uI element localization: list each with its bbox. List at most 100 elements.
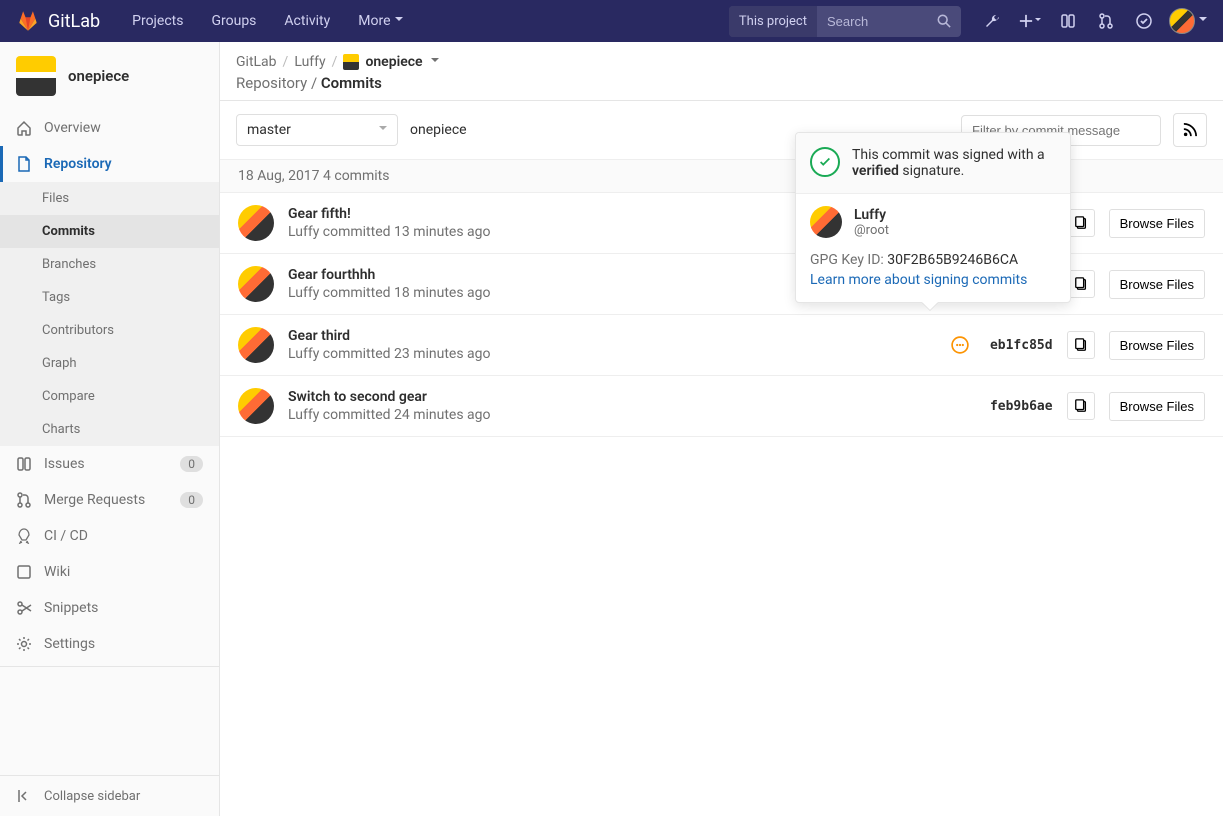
- nav-more[interactable]: More: [346, 3, 414, 39]
- commit-author-avatar[interactable]: [238, 388, 274, 424]
- rss-button[interactable]: [1173, 113, 1207, 147]
- crumb-owner[interactable]: Luffy: [294, 54, 325, 70]
- commit-row: Gear third Luffy committed 23 minutes ag…: [220, 315, 1223, 376]
- gitlab-logo[interactable]: GitLab: [16, 10, 100, 32]
- search-icon: [937, 14, 951, 28]
- rocket-icon: [16, 528, 32, 544]
- check-circle-icon: [1136, 13, 1152, 29]
- sub-contributors[interactable]: Contributors: [0, 314, 219, 347]
- user-avatar: [1169, 8, 1195, 34]
- sub-files[interactable]: Files: [0, 182, 219, 215]
- sub-graph[interactable]: Graph: [0, 347, 219, 380]
- pipeline-pending-icon[interactable]: [951, 336, 969, 354]
- branch-name: master: [247, 122, 291, 138]
- brand-text: GitLab: [48, 11, 100, 32]
- issue-icon: [16, 456, 32, 472]
- commit-row: Gear fifth! Luffy committed 13 minutes a…: [220, 193, 1223, 254]
- sidebar-label: Issues: [44, 456, 85, 472]
- nav-activity[interactable]: Activity: [272, 3, 342, 39]
- issues-link[interactable]: [1051, 4, 1085, 38]
- breadcrumb-bar: GitLab / Luffy / onepiece Repository / C…: [220, 42, 1223, 101]
- project-avatar: [16, 56, 56, 96]
- browse-files-button[interactable]: Browse Files: [1109, 392, 1205, 421]
- nav-projects[interactable]: Projects: [120, 3, 195, 39]
- mrs-count: 0: [180, 492, 203, 508]
- collapse-sidebar[interactable]: Collapse sidebar: [0, 776, 219, 816]
- sidebar-label: CI / CD: [44, 528, 88, 544]
- browse-files-button[interactable]: Browse Files: [1109, 331, 1205, 360]
- crumb-root[interactable]: GitLab: [236, 54, 277, 70]
- date-header: 18 Aug, 2017 4 commits: [220, 159, 1223, 193]
- commit-actions: feb9b6ae Browse Files: [983, 392, 1205, 421]
- commit-author-avatar[interactable]: [238, 205, 274, 241]
- commit-row: Gear fourthhh Luffy committed 18 minutes…: [220, 254, 1223, 315]
- sub-branches[interactable]: Branches: [0, 248, 219, 281]
- sidebar-project[interactable]: onepiece: [0, 42, 219, 110]
- wrench-icon: [984, 13, 1000, 29]
- sub-tags[interactable]: Tags: [0, 281, 219, 314]
- commit-sha[interactable]: eb1fc85d: [983, 338, 1053, 353]
- browse-files-button[interactable]: Browse Files: [1109, 270, 1205, 299]
- commit-title[interactable]: Gear third: [288, 328, 937, 344]
- gear-icon: [16, 636, 32, 652]
- copy-sha-button[interactable]: [1067, 331, 1095, 359]
- popover-message: This commit was signed with a verified s…: [852, 147, 1056, 179]
- todos-link[interactable]: [1127, 4, 1161, 38]
- sidebar-item-cicd[interactable]: CI / CD: [0, 518, 219, 554]
- sub-commits[interactable]: Commits: [0, 215, 219, 248]
- issue-icon: [1060, 13, 1076, 29]
- crumb-project[interactable]: onepiece: [343, 54, 438, 70]
- sidebar-label: Wiki: [44, 564, 70, 580]
- top-navbar: GitLab Projects Groups Activity More Thi…: [0, 0, 1223, 42]
- sidebar-item-repository[interactable]: Repository: [0, 146, 219, 182]
- search-scope[interactable]: This project: [729, 6, 817, 37]
- sidebar-item-wiki[interactable]: Wiki: [0, 554, 219, 590]
- search-input[interactable]: [817, 6, 927, 37]
- new-dropdown[interactable]: [1013, 4, 1047, 38]
- sub-charts[interactable]: Charts: [0, 413, 219, 446]
- mr-icon: [1098, 13, 1114, 29]
- sidebar-item-settings[interactable]: Settings: [0, 626, 219, 662]
- clipboard-icon: [1074, 277, 1088, 291]
- collapse-icon: [16, 788, 32, 804]
- nav-groups[interactable]: Groups: [199, 3, 268, 39]
- main-content: GitLab / Luffy / onepiece Repository / C…: [220, 42, 1223, 816]
- chevron-down-icon: [379, 126, 387, 134]
- tanuki-icon: [16, 10, 40, 32]
- admin-wrench-button[interactable]: [975, 4, 1009, 38]
- commit-sha[interactable]: feb9b6ae: [983, 399, 1053, 414]
- search-button[interactable]: [927, 6, 961, 36]
- crumb-page: Commits: [321, 74, 382, 92]
- sidebar-item-issues[interactable]: Issues 0: [0, 446, 219, 482]
- sidebar-label: Overview: [44, 120, 101, 136]
- home-icon: [16, 120, 32, 136]
- crumb-section[interactable]: Repository: [236, 74, 307, 92]
- commit-actions: eb1fc85d Browse Files: [951, 331, 1205, 360]
- mr-icon: [16, 492, 32, 508]
- sidebar-item-snippets[interactable]: Snippets: [0, 590, 219, 626]
- commit-author-avatar[interactable]: [238, 327, 274, 363]
- popover-user-handle: @root: [854, 223, 889, 238]
- branch-select[interactable]: master: [236, 114, 398, 146]
- controls-row: master onepiece: [220, 101, 1223, 159]
- sidebar-item-mrs[interactable]: Merge Requests 0: [0, 482, 219, 518]
- sidebar-divider: [0, 666, 219, 667]
- sub-compare[interactable]: Compare: [0, 380, 219, 413]
- commit-author-avatar[interactable]: [238, 266, 274, 302]
- commit-row: Switch to second gear Luffy committed 24…: [220, 376, 1223, 437]
- merge-requests-link[interactable]: [1089, 4, 1123, 38]
- browse-files-button[interactable]: Browse Files: [1109, 209, 1205, 238]
- learn-more-link[interactable]: Learn more about signing commits: [810, 272, 1056, 288]
- search-container: This project: [729, 6, 961, 37]
- clipboard-icon: [1074, 399, 1088, 413]
- navbar-nav: Projects Groups Activity More: [120, 3, 414, 39]
- sidebar-label: Settings: [44, 636, 95, 652]
- copy-sha-button[interactable]: [1067, 392, 1095, 420]
- sidebar-label: Merge Requests: [44, 492, 145, 508]
- project-name: onepiece: [68, 67, 129, 85]
- path-text[interactable]: onepiece: [410, 122, 467, 138]
- commit-meta: Luffy committed 23 minutes ago: [288, 346, 937, 362]
- commit-title[interactable]: Switch to second gear: [288, 389, 969, 405]
- sidebar-item-overview[interactable]: Overview: [0, 110, 219, 146]
- user-menu[interactable]: [1169, 8, 1207, 34]
